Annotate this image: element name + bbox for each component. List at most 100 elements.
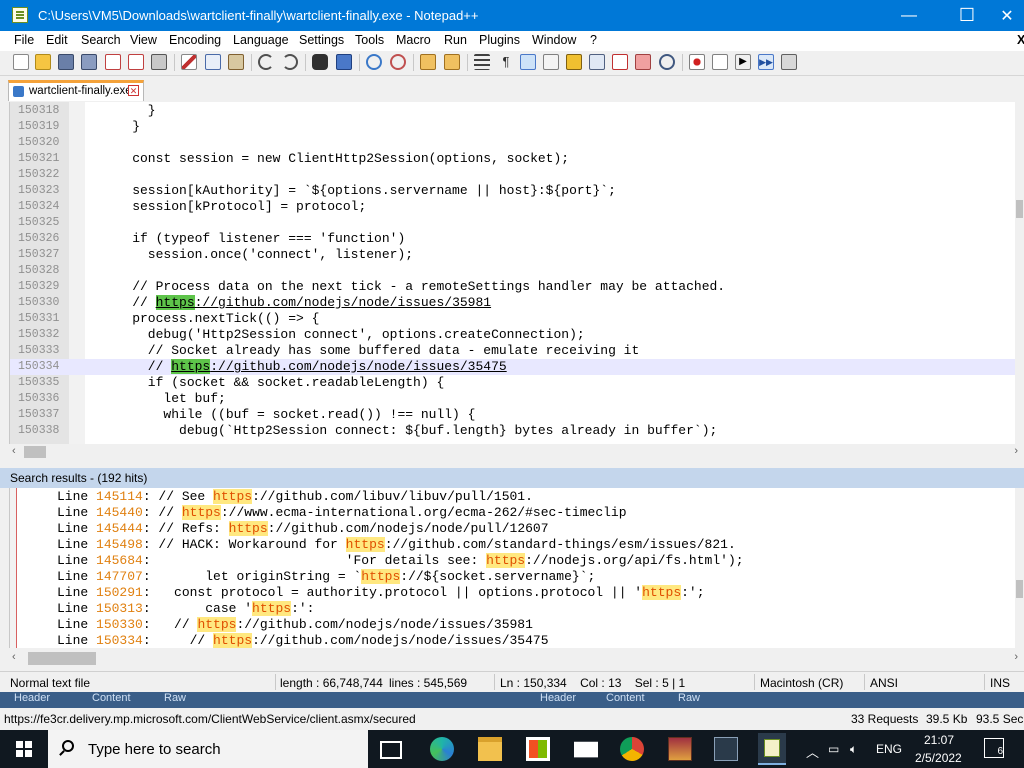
undo-icon[interactable] (258, 54, 274, 70)
notepad-taskbar-button[interactable] (758, 733, 786, 765)
record-macro-icon[interactable] (689, 54, 705, 70)
sync-vertical-icon[interactable] (420, 54, 436, 70)
file-explorer-icon[interactable] (478, 737, 502, 761)
editor-line[interactable]: 150326 if (typeof listener === 'function… (10, 231, 1016, 247)
results-horizontal-scrollbar[interactable]: ‹ › (9, 650, 1024, 667)
search-result-row[interactable]: Line 150330: // https://github.com/nodej… (10, 617, 1016, 633)
save-icon[interactable] (58, 54, 74, 70)
search-result-row[interactable]: Line 145684: 'For details see: https://n… (10, 553, 1016, 569)
editor-horizontal-scroll-thumb[interactable] (24, 446, 46, 458)
show-hidden-icons-icon[interactable]: ︿ (806, 742, 819, 761)
menu-plugins[interactable]: Plugins (479, 33, 520, 47)
zoom-out-icon[interactable] (390, 54, 406, 70)
editor-line[interactable]: 150325 (10, 215, 1016, 231)
search-match-highlight[interactable]: https (171, 359, 211, 374)
menu-settings[interactable]: Settings (299, 33, 344, 47)
editor-line[interactable]: 150321 const session = new ClientHttp2Se… (10, 151, 1016, 167)
editor-line[interactable]: 150333 // Socket already has some buffer… (10, 343, 1016, 359)
menu-run[interactable]: Run (444, 33, 467, 47)
search-result-row[interactable]: Line 145444: // Refs: https://github.com… (10, 521, 1016, 537)
minimize-button[interactable]: — (886, 0, 932, 31)
menu-file[interactable]: File (14, 33, 34, 47)
clock-date[interactable]: 2/5/2022 (915, 751, 962, 765)
editor-line[interactable]: 150336 let buf; (10, 391, 1016, 407)
find-icon[interactable] (312, 54, 328, 70)
run-multiple-macro-icon[interactable]: ▶▶ (758, 54, 774, 70)
editor-line[interactable]: 150332 debug('Http2Session connect', opt… (10, 327, 1016, 343)
editor-line[interactable]: 150330 // https://github.com/nodejs/node… (10, 295, 1016, 311)
paste-icon[interactable] (228, 54, 244, 70)
editor-line[interactable]: 150328 (10, 263, 1016, 279)
editor-line[interactable]: 150331 process.nextTick(() => { (10, 311, 1016, 327)
bg-tab-header[interactable]: Header (14, 692, 50, 706)
winrar-icon[interactable] (668, 737, 692, 761)
results-vertical-scrollbar[interactable] (1015, 488, 1024, 648)
store-icon[interactable] (526, 737, 550, 761)
menu-search[interactable]: Search (81, 33, 121, 47)
cut-icon[interactable] (181, 54, 197, 70)
editor-line[interactable]: 150327 session.once('connect', listener)… (10, 247, 1016, 263)
editor-line[interactable]: 150338 debug(`Http2Session connect: ${bu… (10, 423, 1016, 439)
search-result-row[interactable]: Line 150334: // https://github.com/nodej… (10, 633, 1016, 648)
print-icon[interactable] (151, 54, 167, 70)
edge-icon[interactable] (430, 737, 454, 761)
bg-tab-content-right[interactable]: Content (606, 692, 645, 706)
search-result-row[interactable]: Line 150313: case 'https:': (10, 601, 1016, 617)
menu-macro[interactable]: Macro (396, 33, 431, 47)
bg-tab-raw[interactable]: Raw (164, 692, 186, 706)
code-segment[interactable]: ://github.com/nodejs/node/issues/35981 (195, 295, 491, 310)
editor-line[interactable]: 150320 (10, 135, 1016, 151)
sync-horizontal-icon[interactable] (444, 54, 460, 70)
notification-center-icon[interactable]: 6 (984, 738, 1004, 758)
maximize-button[interactable]: ☐ (944, 0, 990, 31)
notepad-app-icon[interactable] (12, 7, 28, 23)
editor-line[interactable]: 150323 session[kAuthority] = `${options.… (10, 183, 1016, 199)
bg-tab-raw-right[interactable]: Raw (678, 692, 700, 706)
status-encoding[interactable]: ANSI (870, 676, 898, 690)
editor-line[interactable]: 150335 if (socket && socket.readableLeng… (10, 375, 1016, 391)
show-all-chars-icon[interactable]: ¶ (498, 54, 514, 70)
udl-icon[interactable] (543, 54, 559, 70)
close-all-icon[interactable] (128, 54, 144, 70)
title-bar[interactable]: C:\Users\VM5\Downloads\wartclient-finall… (0, 0, 1024, 31)
play-macro-icon[interactable]: ▶ (735, 54, 751, 70)
bg-tab-content[interactable]: Content (92, 692, 131, 706)
chrome-icon[interactable] (620, 737, 644, 761)
replace-icon[interactable] (336, 54, 352, 70)
open-file-icon[interactable] (35, 54, 51, 70)
search-result-row[interactable]: Line 147707: let originString = `https:/… (10, 569, 1016, 585)
save-macro-icon[interactable] (781, 54, 797, 70)
copy-icon[interactable] (205, 54, 221, 70)
search-match-highlight[interactable]: https (155, 295, 195, 310)
menu-edit[interactable]: Edit (46, 33, 68, 47)
doc-map-icon[interactable] (566, 54, 582, 70)
close-file-icon[interactable] (105, 54, 121, 70)
redo-icon[interactable] (282, 54, 298, 70)
task-view-icon[interactable] (380, 741, 402, 759)
indent-guide-icon[interactable] (520, 54, 536, 70)
code-segment[interactable]: ://github.com/nodejs/node/issues/35475 (210, 359, 506, 374)
menu-language[interactable]: Language (233, 33, 289, 47)
new-file-icon[interactable] (13, 54, 29, 70)
function-list-icon[interactable] (612, 54, 628, 70)
monitor-icon[interactable] (659, 54, 675, 70)
editor-line[interactable]: 150329 // Process data on the next tick … (10, 279, 1016, 295)
volume-icon[interactable]: 🔈︎ (850, 742, 857, 757)
tab-wartclient-finally[interactable]: wartclient-finally.exe ✕ (8, 80, 144, 101)
bg-tab-header-right[interactable]: Header (540, 692, 576, 706)
search-result-row[interactable]: Line 145114: // See https://github.com/l… (10, 489, 1016, 505)
menu-encoding[interactable]: Encoding (169, 33, 221, 47)
clock-time[interactable]: 21:07 (924, 733, 954, 747)
search-results-pane[interactable]: Line 145114: // See https://github.com/l… (9, 488, 1016, 648)
save-all-icon[interactable] (81, 54, 97, 70)
editor-vertical-scroll-thumb[interactable] (1016, 200, 1023, 218)
tab-close-icon[interactable]: ✕ (128, 85, 139, 96)
editor-pane[interactable]: 150318 } 150319 } 150320 150321 const sessi… (9, 102, 1016, 444)
menu-help[interactable]: ? (590, 33, 597, 47)
doc-list-icon[interactable] (589, 54, 605, 70)
editor-horizontal-scrollbar[interactable]: ‹ › (9, 444, 1024, 461)
search-result-row[interactable]: Line 145498: // HACK: Workaround for htt… (10, 537, 1016, 553)
input-language[interactable]: ENG (876, 742, 902, 756)
network-icon[interactable]: ▭ (828, 742, 839, 756)
status-eol[interactable]: Macintosh (CR) (760, 676, 843, 690)
